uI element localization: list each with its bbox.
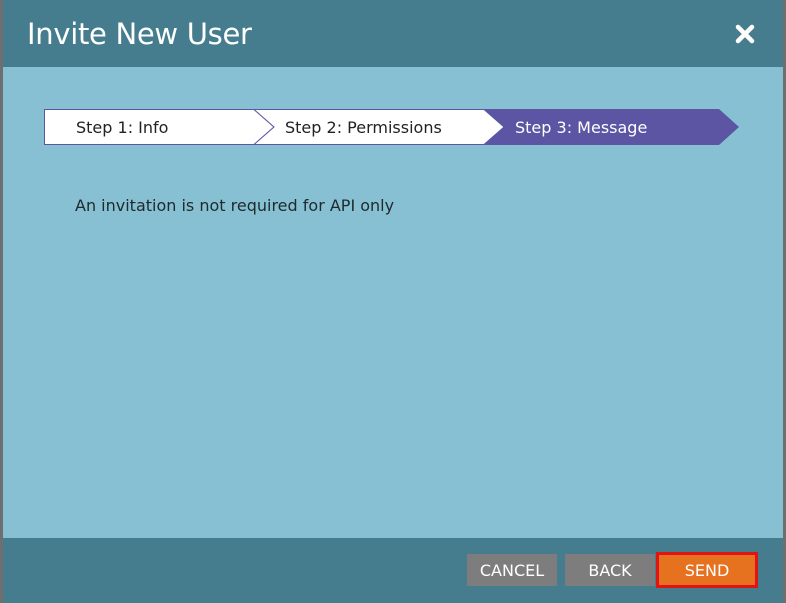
wizard-step-3-label[interactable]: Step 3: Message	[515, 118, 647, 137]
wizard-step-1-label[interactable]: Step 1: Info	[76, 118, 168, 137]
invitation-message: An invitation is not required for API on…	[75, 196, 395, 215]
dialog-title: Invite New User	[27, 17, 252, 51]
wizard-steps: Step 1: Info Step 2: Permissions Step 3:…	[44, 108, 744, 146]
dialog-footer: CANCEL BACK SEND	[3, 538, 783, 603]
invite-user-dialog: Invite New User Step 1: Info Step 2: Per…	[0, 0, 786, 603]
send-button[interactable]: SEND	[656, 552, 758, 588]
wizard-step-2-label[interactable]: Step 2: Permissions	[285, 118, 442, 137]
back-button[interactable]: BACK	[565, 554, 655, 586]
close-icon[interactable]	[733, 22, 757, 46]
dialog-header: Invite New User	[3, 0, 783, 67]
cancel-button[interactable]: CANCEL	[467, 554, 557, 586]
